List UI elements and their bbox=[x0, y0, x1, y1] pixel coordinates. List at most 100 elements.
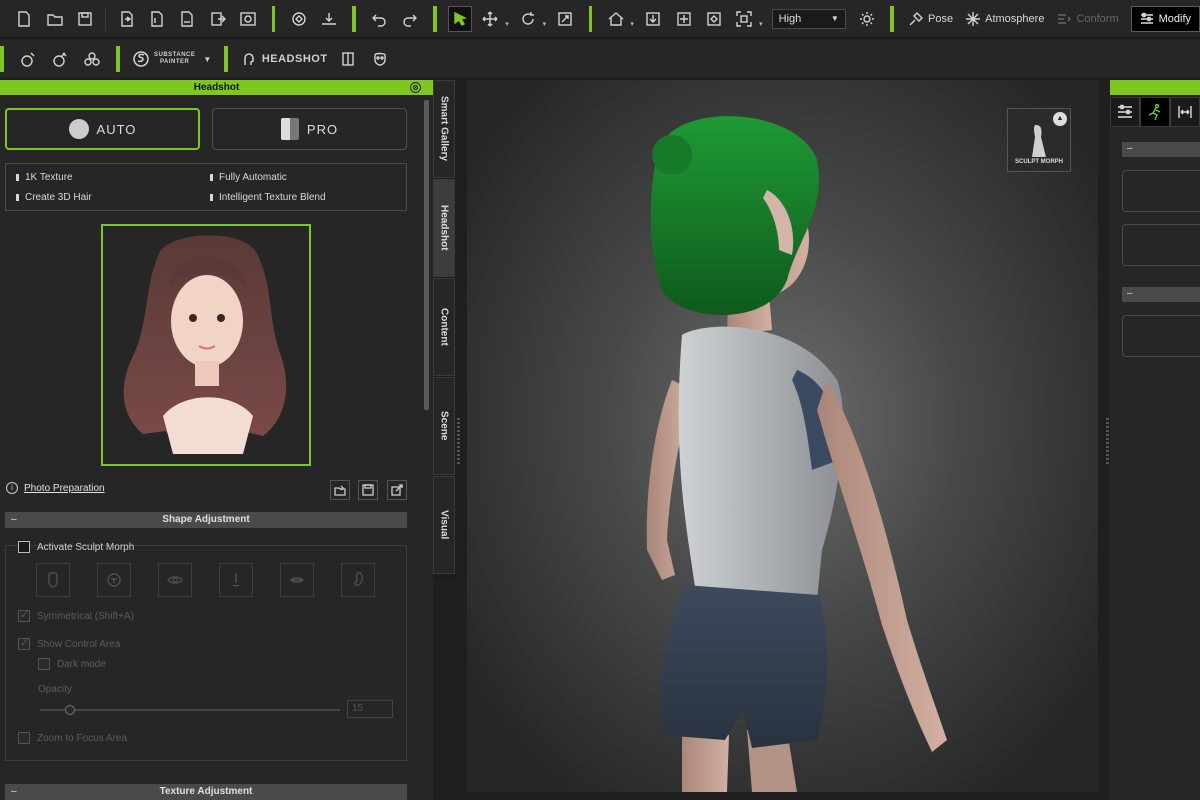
sculpt-nose-icon[interactable] bbox=[219, 563, 253, 597]
checkbox-label: Symmetrical (Shift+A) bbox=[37, 610, 134, 622]
atmosphere-button[interactable]: Atmosphere bbox=[965, 11, 1044, 27]
green-separator bbox=[116, 46, 120, 72]
undo-icon[interactable] bbox=[367, 6, 391, 32]
headshot-plugin-button[interactable]: HEADSHOT bbox=[240, 50, 328, 68]
send-icon[interactable] bbox=[206, 6, 230, 32]
rotate-icon[interactable]: ▾ bbox=[516, 6, 546, 32]
green-separator bbox=[890, 5, 895, 32]
home-camera-icon[interactable]: ▾ bbox=[603, 6, 634, 32]
sculpt-ear-icon[interactable] bbox=[341, 563, 375, 597]
auto-label: AUTO bbox=[96, 121, 137, 137]
external-icon bbox=[391, 484, 403, 496]
tab-label: Headshot bbox=[438, 205, 450, 251]
tab-label: Visual bbox=[438, 510, 450, 540]
render-icon[interactable] bbox=[236, 6, 260, 32]
substance-painter-button[interactable]: SUBSTANCE PAINTER ▼ bbox=[132, 50, 212, 68]
green-separator bbox=[223, 46, 228, 72]
substance-line1: SUBSTANCE bbox=[154, 52, 196, 58]
pro-mode-button[interactable]: PRO bbox=[212, 108, 407, 150]
render-quality-dropdown[interactable]: High ▼ bbox=[771, 8, 846, 29]
photo-preparation-link[interactable]: Photo Preparation bbox=[24, 483, 105, 494]
splitter-handle[interactable] bbox=[1106, 418, 1109, 464]
photo-preparation-row: i Photo Preparation bbox=[6, 482, 105, 494]
feature-item: Intelligent Texture Blend bbox=[210, 192, 326, 203]
morph-tool-2-icon[interactable] bbox=[47, 46, 73, 72]
headshot-pro-icon[interactable] bbox=[335, 46, 361, 72]
fit-view-icon[interactable]: ▾ bbox=[732, 6, 763, 32]
export-usd-icon[interactable] bbox=[175, 6, 199, 32]
sculpt-face-icon[interactable] bbox=[36, 563, 70, 597]
sculpt-morph-button[interactable]: ▲ SCULPT MORPH bbox=[1007, 108, 1071, 172]
save-photo-button[interactable] bbox=[358, 480, 378, 500]
tab-content[interactable]: Content bbox=[433, 278, 455, 376]
tab-label: Scene bbox=[438, 411, 450, 441]
center-icon[interactable] bbox=[671, 6, 695, 32]
pose-label: Pose bbox=[928, 12, 954, 25]
smart-search-icon[interactable] bbox=[286, 6, 310, 32]
open-external-button[interactable] bbox=[387, 480, 407, 500]
splitter-handle[interactable] bbox=[457, 418, 460, 464]
checkbox-box bbox=[38, 658, 50, 670]
collapse-header[interactable]: – bbox=[1122, 287, 1200, 302]
property-box bbox=[1122, 170, 1200, 212]
show-control-area-checkbox[interactable]: Show Control Area bbox=[18, 636, 120, 650]
align-icon[interactable] bbox=[702, 6, 726, 32]
ground-icon[interactable] bbox=[317, 6, 341, 32]
headshot-panel: Headshot ⊗ AUTO PRO 1K Texture Fully Aut… bbox=[0, 80, 433, 800]
collapse-header[interactable]: – bbox=[1122, 142, 1200, 157]
panel-scrollbar[interactable] bbox=[424, 100, 429, 410]
sculpt-mouth-icon[interactable] bbox=[280, 563, 314, 597]
tab-visual[interactable]: Visual bbox=[433, 476, 455, 574]
source-photo[interactable] bbox=[101, 224, 311, 466]
tab-headshot[interactable]: Headshot bbox=[433, 179, 455, 277]
tab-smart-gallery[interactable]: Smart Gallery bbox=[433, 80, 455, 178]
export-ic-icon[interactable] bbox=[145, 6, 169, 32]
pose-icon bbox=[909, 11, 924, 25]
panel-title-bar: Headshot ⊗ bbox=[0, 80, 433, 95]
scale-icon[interactable] bbox=[553, 6, 577, 32]
checkbox-label: Dark mode bbox=[57, 658, 106, 670]
load-photo-button[interactable] bbox=[330, 480, 350, 500]
tab-morph[interactable] bbox=[1170, 97, 1200, 127]
close-icon[interactable]: ⊗ bbox=[410, 82, 421, 93]
tab-scene[interactable]: Scene bbox=[433, 377, 455, 475]
texture-adjustment-header[interactable]: – Texture Adjustment bbox=[5, 784, 407, 800]
zoom-to-focus-checkbox[interactable]: Zoom to Focus Area bbox=[18, 732, 127, 744]
green-separator bbox=[271, 5, 276, 32]
sculpt-head-icon[interactable] bbox=[97, 563, 131, 597]
opacity-slider[interactable] bbox=[40, 705, 340, 715]
panel-title: Headshot bbox=[193, 82, 240, 93]
morph-tool-icon[interactable] bbox=[15, 46, 41, 72]
morph-group-icon[interactable] bbox=[79, 46, 105, 72]
quality-value: High bbox=[778, 12, 802, 25]
tab-motion[interactable] bbox=[1140, 97, 1170, 127]
face-mask-icon[interactable] bbox=[367, 46, 393, 72]
conform-button[interactable]: Conform bbox=[1056, 11, 1119, 27]
tab-attributes[interactable] bbox=[1110, 97, 1140, 127]
pose-button[interactable]: Pose bbox=[908, 11, 953, 27]
substance-line2: PAINTER bbox=[160, 59, 190, 65]
3d-viewport[interactable]: ▲ SCULPT MORPH bbox=[467, 80, 1098, 792]
shape-adjustment-header[interactable]: – Shape Adjustment bbox=[5, 512, 407, 528]
redo-icon[interactable] bbox=[397, 6, 421, 32]
import-icon[interactable] bbox=[114, 6, 138, 32]
select-arrow-icon[interactable] bbox=[447, 5, 473, 32]
activate-sculpt-morph-checkbox[interactable]: Activate Sculpt Morph bbox=[18, 541, 134, 553]
side-tab-strip: Smart Gallery Headshot Content Scene Vis… bbox=[433, 80, 455, 580]
slider-knob[interactable] bbox=[65, 705, 75, 715]
feature-item: Fully Automatic bbox=[210, 172, 287, 183]
drop-to-floor-icon[interactable] bbox=[641, 6, 665, 32]
modify-button[interactable]: Modify bbox=[1130, 5, 1200, 32]
move-icon[interactable]: ▾ bbox=[478, 6, 509, 32]
open-folder-icon[interactable] bbox=[42, 6, 66, 32]
opacity-spinbox[interactable]: 15 bbox=[347, 700, 393, 718]
auto-mode-button[interactable]: AUTO bbox=[5, 108, 200, 150]
new-project-icon[interactable] bbox=[12, 6, 36, 32]
sculpt-eye-icon[interactable] bbox=[158, 563, 192, 597]
pro-face-icon bbox=[280, 118, 299, 140]
dark-mode-checkbox[interactable]: Dark mode bbox=[38, 658, 106, 670]
save-icon bbox=[362, 484, 374, 496]
light-bulb-icon[interactable] bbox=[855, 6, 879, 32]
symmetrical-checkbox[interactable]: Symmetrical (Shift+A) bbox=[18, 608, 134, 622]
save-icon[interactable] bbox=[73, 6, 97, 32]
